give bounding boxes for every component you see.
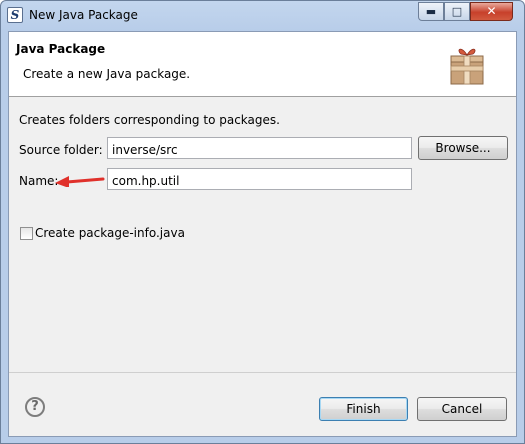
red-arrow-icon (55, 176, 105, 187)
minimize-button[interactable]: ▬ (418, 2, 444, 21)
dialog-window: S New Java Package ▬ □ ✕ Java Package Cr… (0, 0, 525, 444)
maximize-button[interactable]: □ (444, 2, 470, 21)
minimize-icon: ▬ (425, 5, 437, 18)
maximize-icon: □ (451, 5, 463, 18)
wizard-banner: Java Package Create a new Java package. (9, 32, 516, 97)
banner-title: Java Package (16, 42, 106, 56)
name-label: Name: (19, 174, 59, 188)
finish-button[interactable]: Finish (319, 397, 408, 421)
source-folder-label: Source folder: (19, 143, 103, 157)
source-folder-input[interactable] (107, 137, 412, 159)
create-package-info-checkbox[interactable] (20, 227, 33, 240)
browse-button[interactable]: Browse... (418, 136, 508, 160)
title-bar[interactable]: S New Java Package ▬ □ ✕ (1, 1, 524, 31)
banner-description: Create a new Java package. (23, 67, 191, 81)
form-description: Creates folders corresponding to package… (19, 113, 280, 127)
window-title: New Java Package (29, 8, 138, 22)
wizard-content: Creates folders corresponding to package… (9, 97, 516, 372)
close-icon: ✕ (486, 4, 497, 18)
close-button[interactable]: ✕ (470, 2, 513, 21)
eclipse-s-icon: S (7, 7, 23, 23)
create-package-info-label[interactable]: Create package-info.java (35, 226, 185, 240)
dialog-client-area: Java Package Create a new Java package. … (8, 31, 517, 437)
help-icon[interactable]: ? (25, 397, 45, 417)
package-name-input[interactable] (107, 168, 412, 190)
package-box-icon (450, 48, 484, 85)
cancel-button[interactable]: Cancel (417, 397, 507, 421)
footer-separator (9, 372, 516, 373)
